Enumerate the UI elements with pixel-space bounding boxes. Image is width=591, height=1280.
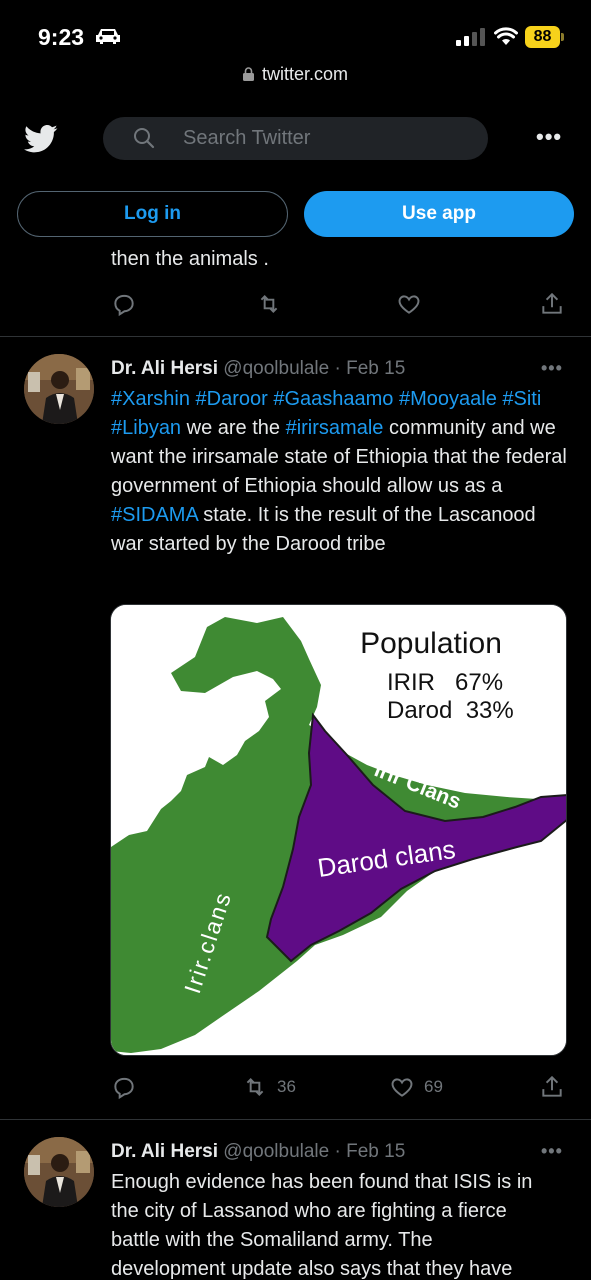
tweet-text-line: development update also says that they h… [111, 1258, 513, 1280]
like-count: 69 [424, 1077, 443, 1096]
tweet-text-segment: we are the [181, 417, 286, 439]
retweet-icon [260, 295, 278, 313]
url-text: twitter.com [261, 64, 349, 84]
hashtag-link[interactable]: #Xarshin [111, 388, 190, 410]
author-handle[interactable]: @qoolbulale [223, 1141, 329, 1162]
battery-icon: 88 [525, 26, 565, 48]
author-name[interactable]: Dr. Ali Hersi [111, 1141, 218, 1162]
retweet-button[interactable]: 36 [242, 1074, 296, 1100]
share-icon [542, 1075, 562, 1097]
hashtag-link[interactable]: #SIDAMA [111, 504, 198, 526]
media-line1: IRIR 67% [387, 669, 503, 696]
like-button[interactable] [396, 291, 422, 317]
retweet-count: 36 [277, 1077, 296, 1096]
signal-icon [456, 28, 485, 46]
status-time: 9:23 [38, 24, 85, 50]
author-name[interactable]: Dr. Ali Hersi [111, 358, 218, 379]
tweet-date[interactable]: · Feb 15 [335, 358, 406, 379]
tweet-text-line: the city of Lassanod who are fighting a … [111, 1200, 507, 1222]
hashtag-link[interactable]: #irirsamale [286, 417, 384, 439]
divider [0, 1119, 591, 1120]
reply-button[interactable] [111, 291, 137, 317]
heart-icon [391, 1078, 413, 1097]
tweet-actions: 36 69 [0, 1074, 591, 1104]
hashtag-link[interactable]: #Mooyaale [399, 388, 497, 410]
previous-tweet-text: then the animals . [111, 248, 269, 270]
media-title: Population [360, 627, 502, 660]
battery-level: 88 [525, 26, 560, 48]
tweet-image[interactable]: Population IRIR 67% Darod 33% Irir Clans… [110, 604, 567, 1056]
status-bar: 9:23 88 [0, 0, 591, 62]
hashtag-link[interactable]: #Gaashaamo [273, 388, 393, 410]
tweet-header: Dr. Ali Hersi @qoolbulale · Feb 15 [111, 358, 405, 380]
hashtag-link[interactable]: #Siti [502, 388, 541, 410]
avatar[interactable] [24, 354, 94, 424]
wifi-icon [494, 27, 518, 45]
twitter-bird-icon[interactable] [24, 124, 58, 154]
tweet-text-line: battle with the Somaliland army. The [111, 1229, 433, 1251]
twitter-header: Search Twitter ••• Log in Use app [0, 100, 591, 250]
tweet-header: Dr. Ali Hersi @qoolbulale · Feb 15 [111, 1141, 405, 1163]
reply-icon [114, 1077, 134, 1100]
media-line2: Darod 33% [387, 697, 514, 724]
more-options-icon[interactable]: ••• [536, 124, 562, 150]
login-button[interactable]: Log in [17, 191, 288, 237]
heart-icon [398, 295, 420, 314]
share-icon [542, 292, 562, 314]
tweet-text: Enough evidence has been found that ISIS… [111, 1168, 581, 1280]
use-app-button[interactable]: Use app [304, 191, 574, 237]
reply-button[interactable] [111, 1074, 137, 1100]
search-placeholder: Search Twitter [183, 127, 311, 149]
tweet-date[interactable]: · Feb 15 [335, 1141, 406, 1162]
previous-tweet-actions [0, 291, 591, 321]
tweet-text-line: Enough evidence has been found that ISIS… [111, 1171, 533, 1193]
reply-icon [114, 294, 134, 317]
search-box[interactable]: Search Twitter [103, 117, 488, 160]
divider [0, 336, 591, 337]
car-icon [96, 29, 120, 44]
url-bar[interactable]: twitter.com [0, 64, 591, 85]
share-button[interactable] [539, 291, 565, 317]
search-icon [134, 128, 155, 149]
hashtag-link[interactable]: #Daroor [196, 388, 268, 410]
tweet-more-icon[interactable]: ••• [541, 358, 563, 379]
retweet-button[interactable] [256, 291, 282, 317]
author-handle[interactable]: @qoolbulale [223, 358, 329, 379]
tweet-text: #Xarshin #Daroor #Gaashaamo #Mooyaale #S… [111, 385, 571, 559]
retweet-icon [246, 1078, 264, 1096]
lock-icon [242, 67, 254, 81]
share-button[interactable] [539, 1074, 565, 1100]
like-button[interactable]: 69 [389, 1074, 443, 1100]
tweet-more-icon[interactable]: ••• [541, 1141, 563, 1162]
avatar[interactable] [24, 1137, 94, 1207]
hashtag-link[interactable]: #Libyan [111, 417, 181, 439]
